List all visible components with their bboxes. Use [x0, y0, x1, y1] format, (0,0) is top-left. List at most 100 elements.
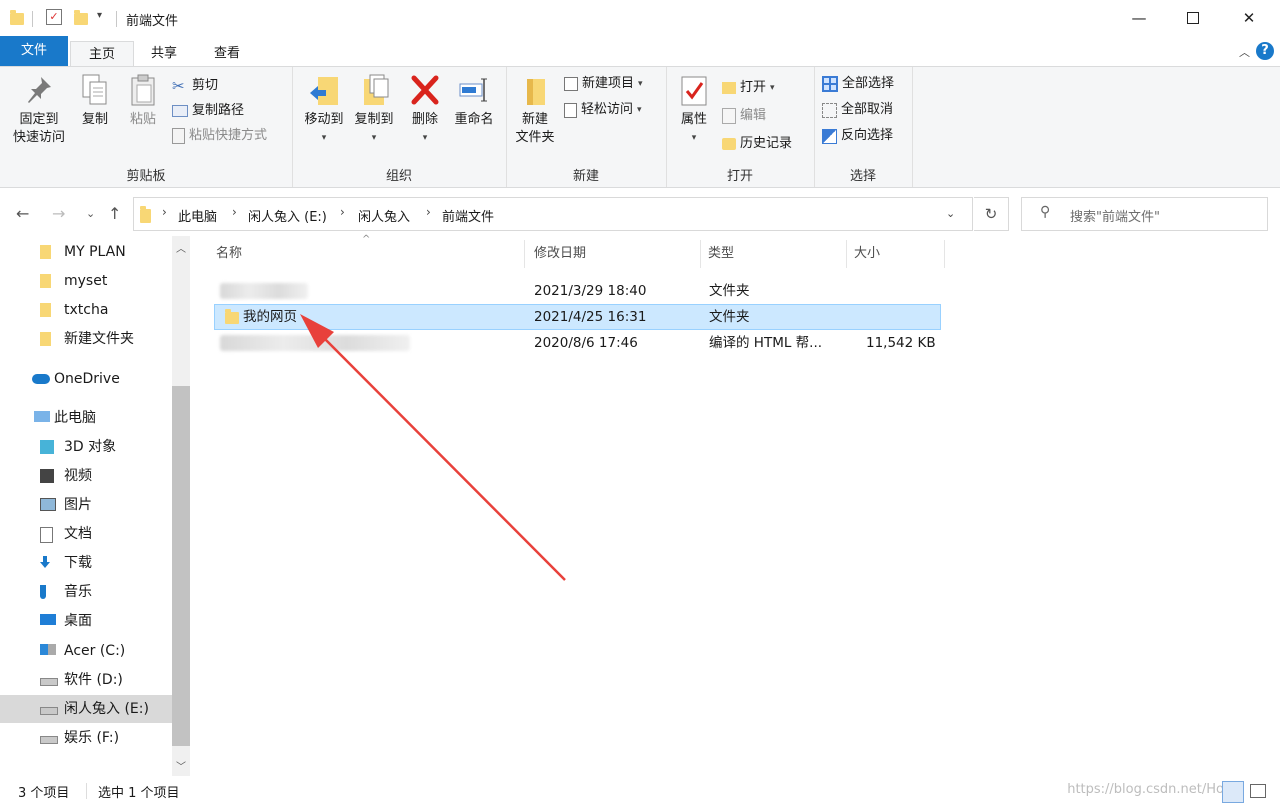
- folder-icon: [225, 309, 239, 324]
- address-dropdown-icon[interactable]: ⌄: [946, 207, 955, 220]
- sort-ascending-icon: ^: [362, 234, 371, 245]
- folder-icon: [140, 206, 151, 223]
- nav-item-17[interactable]: 娱乐 (F:): [0, 724, 172, 752]
- group-clipboard: 固定到 快速访问 复制 粘贴 ✂ 剪切 复制路径 粘贴快捷方式 剪贴板: [0, 67, 293, 187]
- item-count: 3 个项目: [18, 786, 70, 801]
- column-header-type[interactable]: 类型: [708, 236, 734, 272]
- status-bar: 3 个项目 选中 1 个项目 https://blog.csdn.net/Ho: [0, 778, 1280, 806]
- ribbon-tabs: 文件 主页 共享 查看 ︿ ?: [0, 36, 1280, 67]
- blurred-filename: [220, 283, 308, 299]
- invert-selection-button[interactable]: 反向选择: [822, 125, 893, 147]
- scissors-icon: ✂: [172, 77, 185, 95]
- collapse-ribbon-icon[interactable]: ︿: [1239, 44, 1250, 60]
- watermark-text: https://blog.csdn.net/Ho: [1067, 782, 1224, 797]
- pin-to-quick-access-button[interactable]: 固定到 快速访问: [6, 73, 72, 147]
- edit-button[interactable]: 编辑: [722, 105, 766, 127]
- column-header-size[interactable]: 大小: [854, 236, 880, 272]
- tab-home[interactable]: 主页: [70, 41, 134, 67]
- nav-item-14[interactable]: Acer (C:): [0, 637, 172, 665]
- search-placeholder: 搜索"前端文件": [1070, 210, 1160, 225]
- group-label-new: 新建: [572, 169, 599, 184]
- scroll-down-icon[interactable]: ﹀: [176, 758, 186, 773]
- group-organize: 移动到 ▾ 复制到 ▾ 删除 ▾ 重命名 组织: [292, 67, 507, 187]
- cube-icon: [40, 440, 54, 454]
- move-to-button[interactable]: 移动到 ▾: [298, 73, 350, 147]
- new-folder-icon: [519, 73, 551, 107]
- new-item-button[interactable]: 新建项目 ▾: [564, 73, 643, 95]
- windows-drive-icon: [40, 644, 56, 655]
- properties-check-icon: [678, 73, 710, 107]
- nav-item-5[interactable]: OneDrive: [0, 365, 172, 393]
- back-arrow-icon[interactable]: ←: [16, 204, 29, 223]
- nav-item-2[interactable]: myset: [0, 267, 172, 295]
- file-row-1[interactable]: 2021/3/29 18:40 文件夹: [214, 279, 939, 303]
- nav-item-8[interactable]: 视频: [0, 462, 172, 490]
- nav-scrollbar-thumb[interactable]: [172, 386, 190, 746]
- easy-access-button[interactable]: 轻松访问 ▾: [564, 99, 642, 121]
- properties-button[interactable]: 属性 ▾: [670, 73, 718, 147]
- breadcrumb-this-pc[interactable]: 此电脑: [178, 206, 217, 225]
- chevron-right-icon[interactable]: ›: [340, 205, 345, 219]
- delete-button[interactable]: 删除 ▾: [406, 73, 444, 147]
- copy-path-button[interactable]: 复制路径: [172, 100, 244, 122]
- file-row-3[interactable]: 2020/8/6 17:46 编译的 HTML 帮... 11,542 KB: [214, 331, 939, 355]
- help-icon[interactable]: ?: [1256, 42, 1274, 60]
- nav-item-7[interactable]: 3D 对象: [0, 433, 172, 461]
- nav-item-12[interactable]: 音乐: [0, 578, 172, 606]
- maximize-button[interactable]: [1170, 0, 1216, 36]
- group-label-select: 选择: [849, 169, 876, 184]
- column-header-modified[interactable]: 修改日期: [534, 236, 586, 272]
- large-icons-view-icon[interactable]: [1250, 784, 1266, 798]
- history-icon: [722, 138, 736, 150]
- rename-button[interactable]: 重命名: [448, 73, 500, 129]
- tab-share[interactable]: 共享: [138, 41, 190, 66]
- minimize-button[interactable]: —: [1116, 0, 1162, 36]
- new-folder-icon[interactable]: [74, 10, 88, 25]
- column-header-name[interactable]: 名称: [216, 236, 242, 272]
- new-folder-button[interactable]: 新建 文件夹: [510, 73, 560, 147]
- nav-item-1[interactable]: MY PLAN: [0, 238, 172, 266]
- nav-item-6[interactable]: 此电脑: [0, 404, 172, 432]
- cut-button[interactable]: ✂ 剪切: [172, 75, 218, 97]
- nav-item-16[interactable]: 闲人兔入 (E:): [0, 695, 172, 723]
- up-arrow-icon[interactable]: ↑: [108, 204, 121, 223]
- forward-arrow-icon[interactable]: →: [52, 204, 65, 223]
- breadcrumb-folder[interactable]: 闲人兔入: [358, 206, 410, 225]
- scroll-up-icon[interactable]: ︿: [176, 240, 186, 255]
- breadcrumb-current[interactable]: 前端文件: [442, 206, 494, 225]
- properties-checkbox-icon[interactable]: ✓: [46, 9, 62, 25]
- nav-item-13[interactable]: 桌面: [0, 607, 172, 635]
- nav-item-3[interactable]: txtcha: [0, 296, 172, 324]
- nav-item-4[interactable]: 新建文件夹: [0, 325, 172, 353]
- search-input[interactable]: ⚲ 搜索"前端文件": [1021, 197, 1268, 231]
- select-all-button[interactable]: 全部选择: [822, 73, 894, 95]
- selected-count: 选中 1 个项目: [98, 786, 180, 801]
- nav-item-11[interactable]: 下载: [0, 549, 172, 577]
- address-bar[interactable]: › 此电脑 › 闲人兔入 (E:) › 闲人兔入 › 前端文件 ⌄: [133, 197, 973, 231]
- open-button[interactable]: 打开 ▾: [722, 77, 775, 99]
- paste-button[interactable]: 粘贴: [122, 73, 164, 129]
- chevron-right-icon[interactable]: ›: [426, 205, 431, 219]
- recent-locations-chevron-icon[interactable]: ⌄: [86, 207, 95, 220]
- copy-to-button[interactable]: 复制到 ▾: [348, 73, 400, 147]
- details-view-icon[interactable]: [1222, 781, 1244, 803]
- tab-file[interactable]: 文件: [0, 36, 68, 66]
- breadcrumb-drive-e[interactable]: 闲人兔入 (E:): [248, 206, 327, 225]
- close-button[interactable]: ✕: [1226, 0, 1272, 36]
- group-label-open: 打开: [726, 169, 753, 184]
- paste-shortcut-button[interactable]: 粘贴快捷方式: [172, 125, 267, 147]
- document-icon: [40, 527, 53, 543]
- chevron-right-icon[interactable]: ›: [232, 205, 237, 219]
- nav-item-9[interactable]: 图片: [0, 491, 172, 519]
- refresh-icon[interactable]: ↻: [974, 197, 1009, 231]
- select-all-icon: [822, 76, 838, 92]
- file-row-selected[interactable]: 我的网页 2021/4/25 16:31 文件夹: [214, 304, 941, 330]
- select-none-button[interactable]: 全部取消: [822, 99, 893, 121]
- nav-item-15[interactable]: 软件 (D:): [0, 666, 172, 694]
- tab-view[interactable]: 查看: [200, 41, 254, 66]
- group-select: 全部选择 全部取消 反向选择 选择: [814, 67, 913, 187]
- nav-item-10[interactable]: 文档: [0, 520, 172, 548]
- quick-access-dropdown-icon[interactable]: ▾: [97, 10, 102, 21]
- copy-button[interactable]: 复制: [74, 73, 116, 129]
- history-button[interactable]: 历史记录: [722, 133, 792, 155]
